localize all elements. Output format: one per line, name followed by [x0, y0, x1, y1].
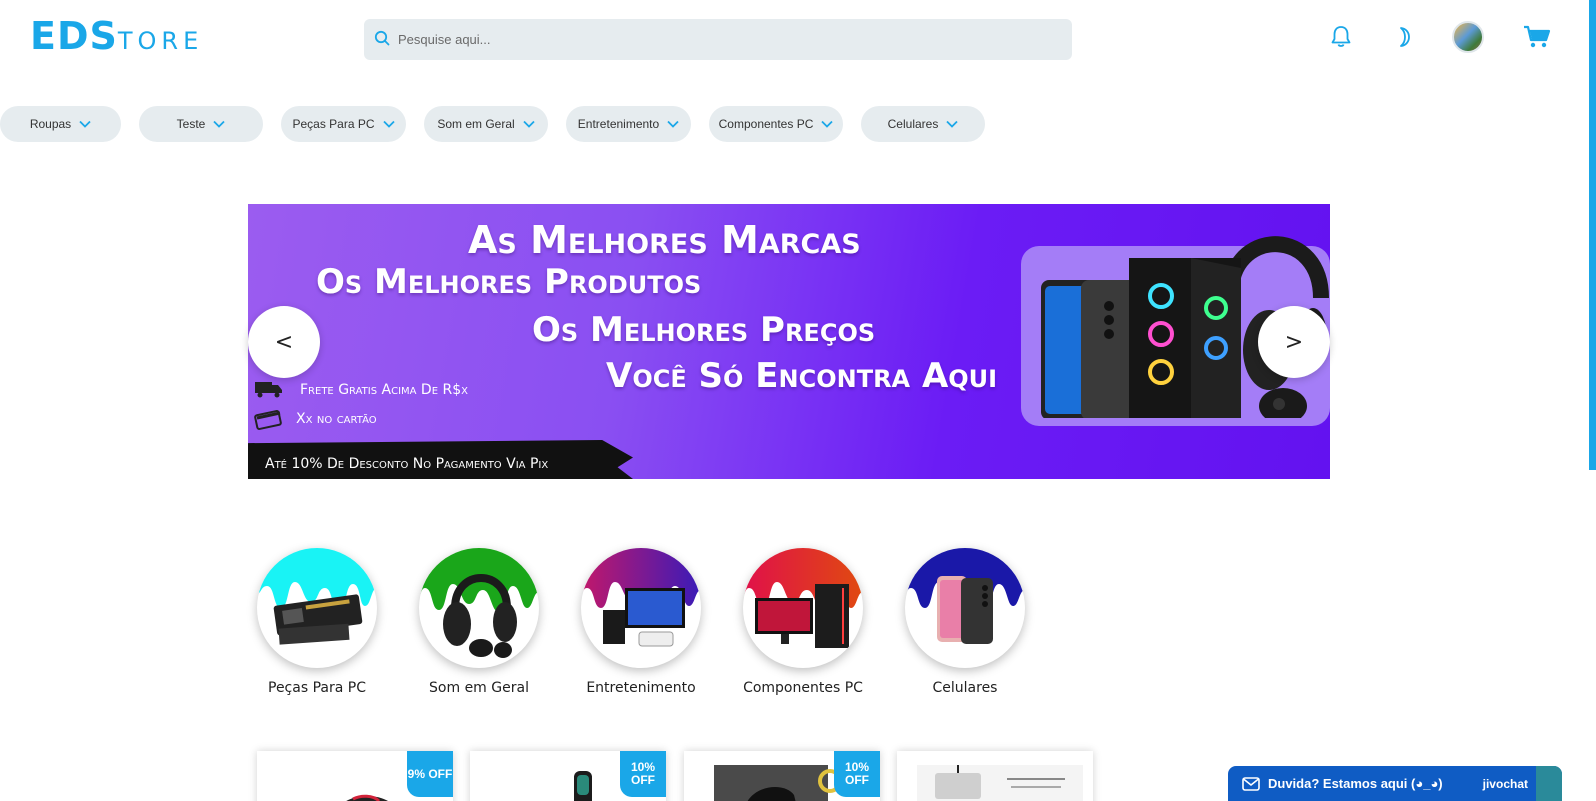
nav-pill-som-em-geral[interactable]: Som em Geral: [424, 106, 548, 142]
category-card-componentes-pc[interactable]: Componentes PC: [743, 548, 863, 697]
carousel-next-button[interactable]: >: [1258, 306, 1330, 378]
chevron-down-icon: [667, 120, 679, 128]
chevron-down-icon: [79, 120, 91, 128]
category-image: [581, 548, 701, 668]
search-input[interactable]: [398, 32, 1038, 47]
banner-headline-2: Os Melhores Produtos: [316, 262, 702, 302]
credit-card-icon: [254, 407, 284, 435]
chat-corner: [1536, 766, 1562, 801]
nav-pill-label: Celulares: [887, 117, 939, 131]
category-card-pecas-para-pc[interactable]: Peças Para PC: [257, 548, 377, 697]
page-scrollbar[interactable]: [1589, 0, 1596, 470]
category-card-entretenimento[interactable]: Entretenimento: [581, 548, 701, 697]
nav-pill-label: Roupas: [29, 117, 72, 131]
search-bar[interactable]: [364, 19, 1072, 60]
category-image: [419, 548, 539, 668]
chat-brand: jivochat: [1482, 776, 1528, 791]
category-label: Entretenimento: [586, 680, 696, 696]
nav-pill-label: Teste: [176, 117, 206, 131]
product-card[interactable]: 10% OFF: [470, 751, 666, 801]
chevron-down-icon: [821, 120, 833, 128]
category-label: Som em Geral: [429, 680, 529, 696]
category-label: Celulares: [932, 680, 998, 696]
banner-headline-3: Os Melhores Preços: [532, 310, 876, 350]
user-avatar[interactable]: [1452, 21, 1484, 53]
product-card[interactable]: 10% OFF: [684, 751, 880, 801]
category-image: [257, 548, 377, 668]
category-label: Peças Para PC: [268, 680, 366, 696]
product-card[interactable]: [897, 751, 1093, 801]
logo-text-sub: TORE: [117, 27, 204, 55]
chevron-down-icon: [213, 120, 225, 128]
site-header: EDSTORE: [0, 0, 1596, 470]
banner-headline-1: As Melhores Marcas: [468, 218, 861, 262]
product-card[interactable]: 9% OFF: [257, 751, 453, 801]
nav-pill-roupas[interactable]: Roupas: [0, 106, 121, 142]
chevron-down-icon: [523, 120, 535, 128]
search-icon[interactable]: [374, 30, 390, 50]
chevron-down-icon: [382, 120, 395, 128]
carousel-prev-button[interactable]: <: [248, 306, 320, 378]
store-logo[interactable]: EDSTORE: [30, 14, 203, 58]
bell-icon[interactable]: [1326, 22, 1356, 52]
chat-label: Duvida? Estamos aqui (◕_◕): [1268, 776, 1443, 791]
nav-pill-label: Som em Geral: [437, 117, 515, 131]
discount-badge: 9% OFF: [407, 751, 453, 797]
moon-icon[interactable]: [1388, 22, 1418, 52]
banner-headline-4: Você Só Encontra Aqui: [606, 356, 998, 396]
nav-pill-label: Componentes PC: [718, 117, 814, 131]
discount-badge: 10% OFF: [620, 751, 666, 797]
category-image: [743, 548, 863, 668]
nav-pill-entretenimento[interactable]: Entretenimento: [566, 106, 691, 142]
nav-pill-label: Peças Para PC: [292, 117, 375, 131]
cart-icon[interactable]: [1522, 22, 1552, 52]
product-image: [917, 765, 1083, 801]
nav-pill-componentes-pc[interactable]: Componentes PC: [709, 106, 843, 142]
category-image: [905, 548, 1025, 668]
banner-pix-text: Até 10% De Desconto No Pagamento Via Pix: [265, 456, 549, 472]
chat-widget-button[interactable]: Duvida? Estamos aqui (◕_◕) jivochat: [1228, 766, 1562, 801]
banner-installments-text: Xx no cartão: [296, 411, 377, 427]
chevron-down-icon: [946, 120, 958, 128]
discount-badge: 10% OFF: [834, 751, 880, 797]
nav-pill-teste[interactable]: Teste: [139, 106, 263, 142]
truck-icon: [254, 380, 284, 402]
hero-banner[interactable]: As Melhores Marcas Os Melhores Produtos …: [248, 204, 1330, 479]
category-card-som-em-geral[interactable]: Som em Geral: [419, 548, 539, 697]
nav-pill-pecas-para-pc[interactable]: Peças Para PC: [281, 106, 406, 142]
banner-shipping-text: Frete Gratis Acima De R$x: [300, 382, 468, 398]
mail-icon: [1242, 776, 1260, 791]
category-label: Componentes PC: [743, 680, 863, 696]
nav-pill-celulares[interactable]: Celulares: [861, 106, 985, 142]
category-card-celulares[interactable]: Celulares: [905, 548, 1025, 697]
nav-pill-label: Entretenimento: [577, 117, 660, 131]
logo-text-main: EDS: [30, 14, 118, 58]
